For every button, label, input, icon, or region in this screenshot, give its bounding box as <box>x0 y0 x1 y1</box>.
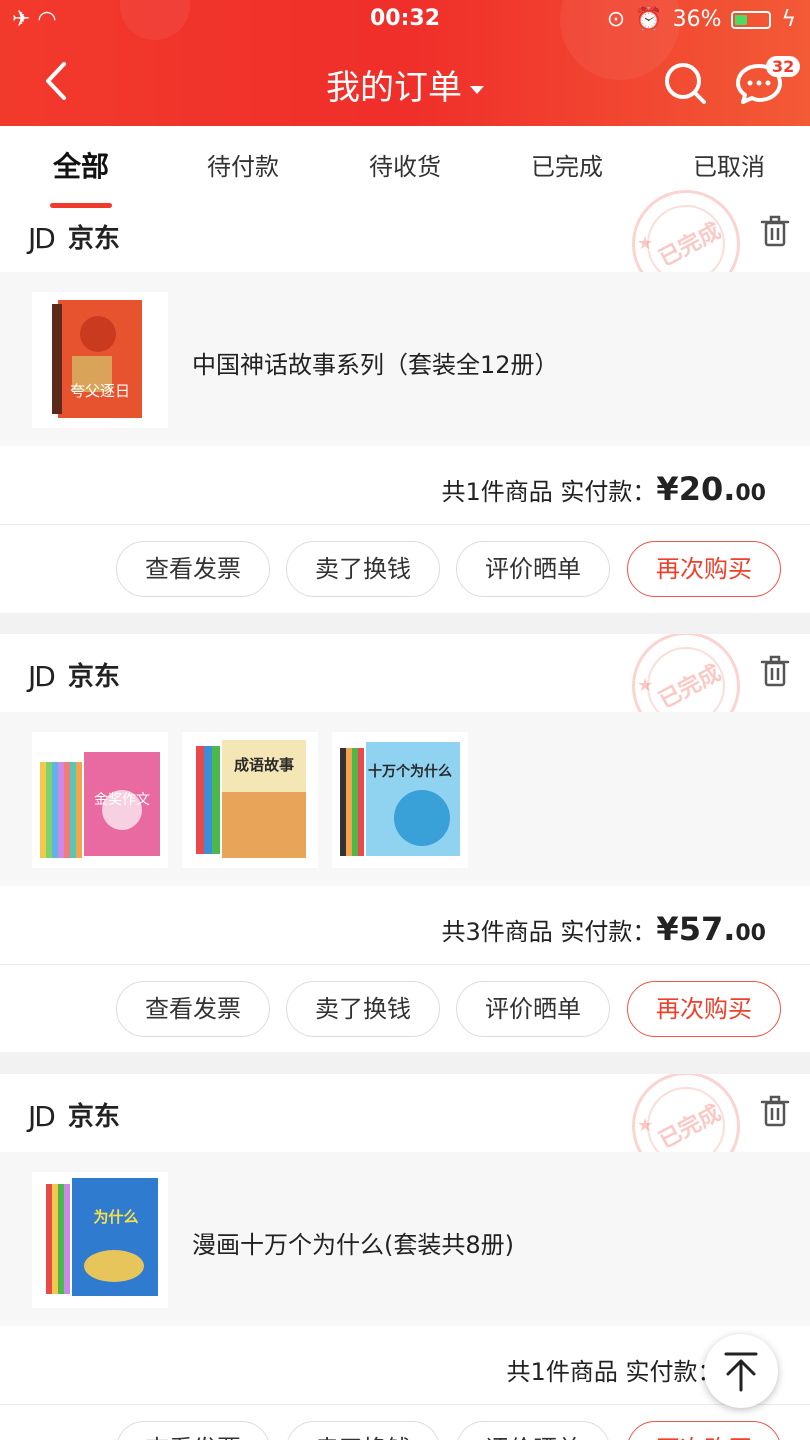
tab-completed[interactable]: 已完成 <box>486 126 648 208</box>
arrow-up-icon <box>724 1352 758 1392</box>
sell-for-cash-button[interactable]: 卖了换钱 <box>286 541 440 597</box>
item-count: 共1件商品 <box>441 478 553 506</box>
review-button[interactable]: 评价晒单 <box>456 1421 610 1440</box>
price: ¥57. <box>656 910 736 948</box>
item-count: 共3件商品 <box>441 918 553 946</box>
shop-header: JD 京东 <box>28 208 120 270</box>
cover-text: 十万个为什么 <box>368 763 452 780</box>
divider <box>0 1404 810 1405</box>
status-bar: ✈ ◠ 00:32 ⊙ ⏰ 36% ϟ <box>0 0 810 42</box>
product-thumbnail[interactable]: 金奖作文 <box>32 732 168 868</box>
item-count: 共1件商品 <box>506 1358 618 1386</box>
lock-rotation-icon: ⊙ <box>606 7 626 32</box>
back-to-top-button[interactable] <box>704 1334 778 1408</box>
product-thumbnail[interactable]: 十万个为什么 <box>332 732 468 868</box>
review-button[interactable]: 评价晒单 <box>456 981 610 1037</box>
product-name: 漫画十万个为什么(套装共8册) <box>192 1231 514 1259</box>
jd-logo: JD <box>28 1100 56 1133</box>
cover-text: 夸父逐日 <box>70 382 130 400</box>
app-header: ✈ ◠ 00:32 ⊙ ⏰ 36% ϟ 我的订单 32 <box>0 0 810 126</box>
tab-pending-receipt[interactable]: 待收货 <box>324 126 486 208</box>
tab-label: 已完成 <box>531 153 603 181</box>
book-cover-image: 金奖作文 <box>40 752 160 858</box>
product-name: 中国神话故事系列（套装全12册） <box>192 351 559 379</box>
order-summary: 共3件商品 实付款：¥57.00 <box>442 910 767 948</box>
divider <box>0 524 810 525</box>
jd-logo: JD <box>28 222 56 255</box>
book-cover-image: 为什么 <box>46 1178 158 1296</box>
order-summary: 共1件商品 实付款：¥20.00 <box>442 470 767 508</box>
review-button[interactable]: 评价晒单 <box>456 541 610 597</box>
jd-logo: JD <box>28 660 56 693</box>
cover-text: 为什么 <box>93 1208 138 1226</box>
paid-label: 实付款： <box>560 918 657 946</box>
shop-header: JD 京东 <box>28 1086 120 1148</box>
view-invoice-button[interactable]: 查看发票 <box>116 1421 270 1440</box>
tab-label: 已取消 <box>693 153 765 181</box>
order-card[interactable]: JD 京东 ★ 已完成 夸父逐日 中国神话故事系列（套装全12册） 共1件商品 实… <box>0 190 810 613</box>
trash-icon[interactable] <box>760 214 790 248</box>
battery-percent: 36% <box>672 7 722 32</box>
tab-label: 全部 <box>52 150 109 183</box>
tab-label: 待付款 <box>207 153 279 181</box>
buy-again-button[interactable]: 再次购买 <box>627 541 781 597</box>
product-thumbnail[interactable]: 成语故事 <box>182 732 318 868</box>
tab-all[interactable]: 全部 <box>0 126 162 208</box>
tab-pending-payment[interactable]: 待付款 <box>162 126 324 208</box>
tab-label: 待收货 <box>369 153 441 181</box>
buy-again-button[interactable]: 再次购买 <box>627 1421 781 1440</box>
product-thumbnail[interactable]: 为什么 <box>32 1172 168 1308</box>
book-cover-image: 夸父逐日 <box>52 300 142 418</box>
page-title-text: 我的订单 <box>326 68 462 108</box>
product-thumbnail[interactable]: 夸父逐日 <box>32 292 168 428</box>
book-cover-image: 十万个为什么 <box>340 742 460 856</box>
status-right: ⊙ ⏰ 36% ϟ <box>607 7 796 32</box>
book-cover-image: 成语故事 <box>196 740 306 858</box>
caret-down-icon <box>470 85 484 94</box>
charging-icon: ϟ <box>781 7 796 32</box>
shop-name[interactable]: 京东 <box>68 214 120 264</box>
sell-for-cash-button[interactable]: 卖了换钱 <box>286 1421 440 1440</box>
view-invoice-button[interactable]: 查看发票 <box>116 981 270 1037</box>
goods-row[interactable]: 为什么 漫画十万个为什么(套装共8册) <box>0 1152 810 1326</box>
cover-text: 金奖作文 <box>94 791 150 808</box>
view-invoice-button[interactable]: 查看发票 <box>116 541 270 597</box>
buy-again-button[interactable]: 再次购买 <box>627 981 781 1037</box>
shop-header: JD 京东 <box>28 646 120 708</box>
trash-icon[interactable] <box>760 654 790 688</box>
message-badge: 32 <box>766 56 801 77</box>
goods-row[interactable]: 夸父逐日 中国神话故事系列（套装全12册） <box>0 272 810 446</box>
price-cents: 00 <box>735 921 766 946</box>
cover-text: 成语故事 <box>234 756 294 774</box>
battery-icon <box>731 10 772 29</box>
search-icon[interactable] <box>662 60 708 106</box>
order-card[interactable]: JD 京东 ★ 已完成 金奖作文 成语故事 十万个为什么 共3件商品 实付款：¥… <box>0 634 810 1052</box>
divider <box>0 964 810 965</box>
goods-row[interactable]: 金奖作文 成语故事 十万个为什么 <box>0 712 810 886</box>
nav-bar: 我的订单 32 <box>0 48 810 118</box>
alarm-icon: ⏰ <box>635 7 663 32</box>
shop-name[interactable]: 京东 <box>68 1092 120 1142</box>
price-cents: 00 <box>735 481 766 506</box>
paid-label: 实付款： <box>560 478 657 506</box>
order-card[interactable]: JD 京东 ★ 已完成 为什么 漫画十万个为什么(套装共8册) 共1件商品 实付款… <box>0 1074 810 1440</box>
sell-for-cash-button[interactable]: 卖了换钱 <box>286 981 440 1037</box>
price: ¥20. <box>656 470 736 508</box>
shop-name[interactable]: 京东 <box>68 652 120 702</box>
trash-icon[interactable] <box>760 1094 790 1128</box>
